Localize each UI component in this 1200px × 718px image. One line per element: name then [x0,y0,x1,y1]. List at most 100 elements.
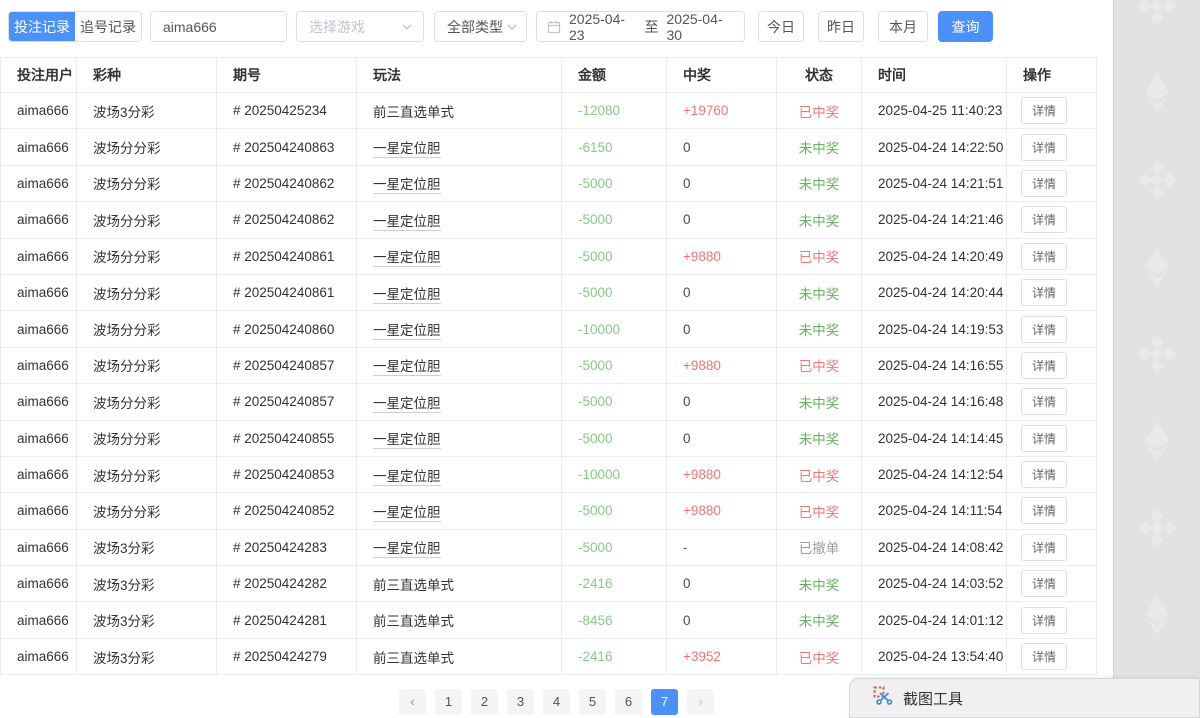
cell-action: 详情 [1007,493,1097,529]
cell-win: +19760 [667,93,777,129]
cell-period: # 20250424281 [217,602,357,638]
page-button-2[interactable]: 2 [471,689,498,715]
cell-time: 2025-04-24 14:12:54 [862,456,1007,492]
column-header: 金额 [562,58,667,93]
detail-button[interactable]: 详情 [1021,352,1067,379]
cell-period: # 202504240862 [217,202,357,238]
username-input[interactable] [150,11,287,42]
detail-button[interactable]: 详情 [1021,170,1067,197]
cell-status: 已中奖 [777,93,862,129]
page-button-5[interactable]: 5 [579,689,606,715]
detail-button[interactable]: 详情 [1021,461,1067,488]
detail-button[interactable]: 详情 [1021,206,1067,233]
cell-play: 一星定位胆 [357,311,562,347]
date-range-picker[interactable]: 2025-04-23 至 2025-04-30 [536,11,745,42]
detail-button[interactable]: 详情 [1021,97,1067,124]
cell-time: 2025-04-24 14:11:54 [862,493,1007,529]
snipping-tool-panel[interactable]: 截图工具 [849,678,1200,718]
page-button-6[interactable]: 6 [615,689,642,715]
cell-amount: -6150 [562,129,667,165]
cell-action: 详情 [1007,347,1097,383]
query-button[interactable]: 查询 [938,11,993,42]
cell-period: # 202504240857 [217,384,357,420]
cell-amount: -10000 [562,456,667,492]
detail-button[interactable]: 详情 [1021,388,1067,415]
detail-button[interactable]: 详情 [1021,570,1067,597]
detail-button[interactable]: 详情 [1021,316,1067,343]
detail-button[interactable]: 详情 [1021,497,1067,524]
this-month-button[interactable]: 本月 [878,11,928,42]
type-select-value: 全部类型 [447,17,503,37]
cell-lottery: 波场3分彩 [77,93,217,129]
detail-button[interactable]: 详情 [1021,243,1067,270]
cell-win: 0 [667,420,777,456]
cell-win: 0 [667,602,777,638]
chevron-down-icon [506,21,518,33]
play-label: 一星定位胆 [373,505,441,522]
detail-button[interactable]: 详情 [1021,643,1067,670]
chevron-down-icon [401,21,413,33]
cell-amount: -2416 [562,638,667,674]
cell-user: aima666 [1,347,77,383]
play-label: 一星定位胆 [373,432,441,449]
page-button-3[interactable]: 3 [507,689,534,715]
detail-button[interactable]: 详情 [1021,607,1067,634]
cell-lottery: 波场3分彩 [77,529,217,565]
page-button-7[interactable]: 7 [651,689,678,715]
cell-status: 未中奖 [777,420,862,456]
cell-play: 前三直选单式 [357,566,562,602]
detail-button[interactable]: 详情 [1021,425,1067,452]
binance-icon [1138,158,1176,202]
cell-play: 一星定位胆 [357,456,562,492]
cell-amount: -5000 [562,274,667,310]
cell-lottery: 波场分分彩 [77,274,217,310]
cell-action: 详情 [1007,165,1097,201]
date-separator: 至 [645,17,659,37]
table-row: aima666 波场分分彩 # 202504240861 一星定位胆 -5000… [1,238,1097,274]
column-header: 时间 [862,58,1007,93]
detail-button[interactable]: 详情 [1021,534,1067,561]
eth-icon [1138,593,1176,637]
cell-user: aima666 [1,274,77,310]
cell-play: 一星定位胆 [357,347,562,383]
cell-time: 2025-04-24 14:19:53 [862,311,1007,347]
next-page-button[interactable]: › [687,689,714,715]
eth-icon [1138,71,1176,115]
column-header: 彩种 [77,58,217,93]
page-button-1[interactable]: 1 [435,689,462,715]
cell-action: 详情 [1007,129,1097,165]
cell-action: 详情 [1007,93,1097,129]
game-select[interactable]: 选择游戏 [296,11,424,42]
today-button[interactable]: 今日 [758,11,804,42]
play-label: 一星定位胆 [373,323,441,340]
snip-tool-label: 截图工具 [903,688,963,709]
prev-page-button[interactable]: ‹ [399,689,426,715]
cell-time: 2025-04-24 14:21:46 [862,202,1007,238]
cell-time: 2025-04-24 14:16:48 [862,384,1007,420]
cell-win: 0 [667,274,777,310]
yesterday-button[interactable]: 昨日 [818,11,864,42]
eth-icon [1138,419,1176,463]
cell-status: 未中奖 [777,129,862,165]
cell-period: # 202504240861 [217,238,357,274]
cell-play: 一星定位胆 [357,420,562,456]
cell-period: # 20250424283 [217,529,357,565]
table-row: aima666 波场3分彩 # 20250424283 一星定位胆 -5000 … [1,529,1097,565]
type-select[interactable]: 全部类型 [434,11,527,42]
play-label: 一星定位胆 [373,359,441,376]
tab-bet-records[interactable]: 投注记录 [9,12,75,41]
table-row: aima666 波场分分彩 # 202504240857 一星定位胆 -5000… [1,384,1097,420]
cell-status: 已中奖 [777,493,862,529]
detail-button[interactable]: 详情 [1021,134,1067,161]
tab-chase-records[interactable]: 追号记录 [75,12,141,41]
cell-time: 2025-04-24 14:03:52 [862,566,1007,602]
page-button-4[interactable]: 4 [543,689,570,715]
cell-play: 前三直选单式 [357,602,562,638]
detail-button[interactable]: 详情 [1021,279,1067,306]
cell-action: 详情 [1007,202,1097,238]
cell-win: 0 [667,311,777,347]
play-label: 前三直选单式 [373,578,454,593]
cell-period: # 202504240853 [217,456,357,492]
cell-play: 一星定位胆 [357,384,562,420]
play-label: 前三直选单式 [373,651,454,666]
